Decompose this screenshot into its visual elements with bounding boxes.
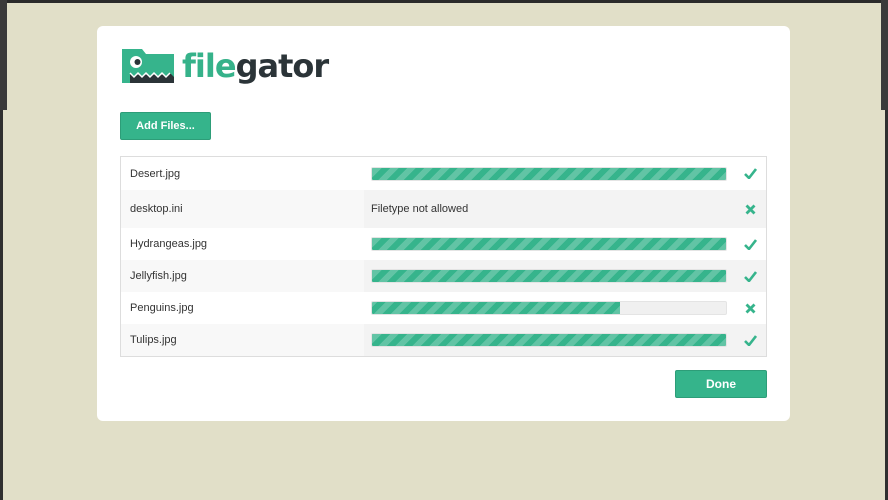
window-frame-left bbox=[0, 0, 7, 110]
add-files-button[interactable]: Add Files... bbox=[120, 112, 211, 140]
logo-wordmark: filegator bbox=[182, 47, 330, 85]
window-frame-right bbox=[881, 0, 888, 110]
cross-icon[interactable] bbox=[734, 190, 766, 228]
upload-row: Hydrangeas.jpg bbox=[121, 228, 766, 260]
gator-folder-icon bbox=[120, 45, 178, 87]
progress-bar-fill bbox=[372, 302, 620, 314]
upload-progress-cell bbox=[364, 228, 734, 260]
upload-list: Desert.jpg desktop.ini Filetype not allowe… bbox=[120, 156, 767, 357]
check-icon bbox=[734, 228, 766, 260]
upload-progress-cell bbox=[364, 260, 734, 292]
check-icon bbox=[734, 324, 766, 356]
progress-bar-fill bbox=[372, 334, 726, 346]
upload-progress-cell bbox=[364, 157, 734, 190]
progress-bar-fill bbox=[372, 270, 726, 282]
upload-row: desktop.ini Filetype not allowed bbox=[121, 190, 766, 228]
progress-bar-fill bbox=[372, 238, 726, 250]
done-button[interactable]: Done bbox=[675, 370, 767, 398]
logo-text-gator: gator bbox=[235, 47, 330, 85]
progress-bar-fill bbox=[372, 167, 726, 180]
upload-row: Tulips.jpg bbox=[121, 324, 766, 356]
progress-bar bbox=[371, 333, 727, 347]
upload-file-name: desktop.ini bbox=[130, 203, 183, 215]
progress-bar bbox=[371, 269, 727, 283]
progress-bar bbox=[371, 237, 727, 251]
upload-row: Jellyfish.jpg bbox=[121, 260, 766, 292]
upload-progress-cell bbox=[364, 292, 734, 324]
window-frame-top bbox=[0, 0, 888, 3]
upload-file-name: Penguins.jpg bbox=[130, 302, 194, 314]
upload-dialog: filegator Add Files... Desert.jpg desktop… bbox=[97, 26, 790, 421]
upload-progress-cell bbox=[364, 324, 734, 356]
upload-file-name: Hydrangeas.jpg bbox=[130, 238, 208, 250]
upload-row: Penguins.jpg bbox=[121, 292, 766, 324]
check-icon bbox=[734, 260, 766, 292]
progress-bar bbox=[371, 166, 727, 181]
upload-file-name: Tulips.jpg bbox=[130, 334, 177, 346]
upload-error-message: Filetype not allowed bbox=[364, 190, 734, 228]
window-frame-left-lower bbox=[0, 110, 3, 500]
logo-text-file: file bbox=[182, 47, 237, 85]
upload-file-name: Desert.jpg bbox=[130, 167, 181, 180]
cross-icon[interactable] bbox=[734, 292, 766, 324]
filegator-logo: filegator bbox=[120, 44, 330, 88]
upload-file-name: Jellyfish.jpg bbox=[130, 270, 187, 282]
upload-row: Desert.jpg bbox=[121, 157, 766, 190]
check-icon bbox=[734, 157, 766, 190]
progress-bar bbox=[371, 301, 727, 315]
